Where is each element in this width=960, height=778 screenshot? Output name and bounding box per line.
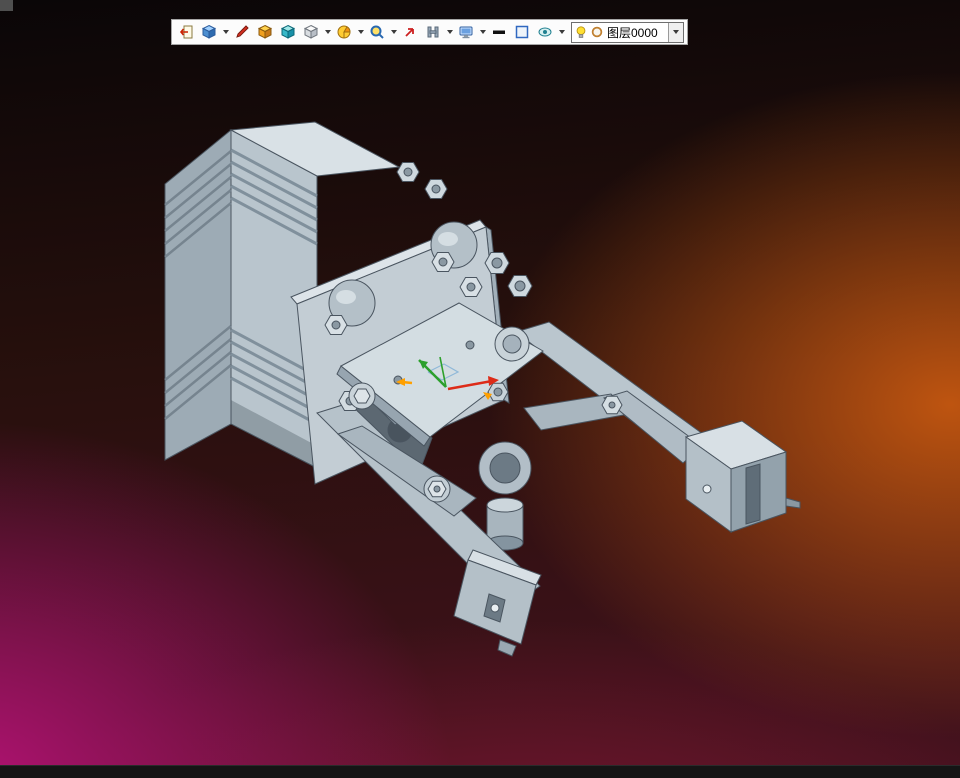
chevron-down-icon — [446, 30, 453, 34]
layer-dropdown-button[interactable] — [668, 22, 683, 42]
application-window: 图层0000 — [0, 0, 960, 778]
status-bar — [0, 765, 960, 778]
red-pencil-icon — [236, 25, 249, 38]
marker-button[interactable] — [399, 21, 421, 43]
chevron-down-icon — [390, 30, 397, 34]
thick-line-icon — [493, 30, 505, 34]
isometric-view-dropdown[interactable] — [221, 21, 230, 43]
white-cube-icon — [303, 24, 319, 39]
layer-name-label: 图层0000 — [607, 25, 658, 40]
visibility-button[interactable] — [534, 21, 556, 43]
chevron-down-icon — [673, 30, 679, 34]
line-width-button[interactable] — [488, 21, 510, 43]
color-swatch-button[interactable] — [511, 21, 533, 43]
exit-door-icon — [179, 25, 193, 39]
layer-state-circle-icon — [591, 26, 603, 38]
display-cube-button[interactable] — [300, 21, 322, 43]
gripper-assembly-model[interactable] — [0, 0, 960, 778]
swatch-icon — [515, 25, 529, 39]
sketch-tool-button[interactable] — [231, 21, 253, 43]
isometric-cube-icon — [201, 24, 217, 39]
chevron-down-icon — [479, 30, 486, 34]
zoom-dropdown[interactable] — [389, 21, 398, 43]
isometric-view-button[interactable] — [198, 21, 220, 43]
display-cube-dropdown[interactable] — [323, 21, 332, 43]
grid-button[interactable] — [422, 21, 444, 43]
chevron-down-icon — [357, 30, 364, 34]
visibility-dropdown[interactable] — [557, 21, 566, 43]
eye-icon — [538, 27, 552, 37]
exit-environment-button[interactable] — [175, 21, 197, 43]
cyan-box-icon — [280, 24, 296, 39]
red-arrow-icon — [405, 28, 414, 37]
chevron-down-icon — [324, 30, 331, 34]
floating-toolbar: 图层0000 — [171, 19, 688, 45]
h-grid-icon — [427, 26, 439, 38]
viewport[interactable] — [0, 0, 960, 778]
yellow-sphere-icon — [337, 25, 351, 39]
zoom-button[interactable] — [366, 21, 388, 43]
gripper-upper-arm[interactable] — [514, 321, 801, 533]
render-mode-button[interactable] — [333, 21, 355, 43]
solid-yellow-button[interactable] — [254, 21, 276, 43]
chevron-down-icon — [558, 30, 565, 34]
chevron-down-icon — [222, 30, 229, 34]
solid-cyan-button[interactable] — [277, 21, 299, 43]
yellow-box-icon — [257, 24, 273, 39]
magnifier-icon — [370, 25, 384, 39]
render-mode-dropdown[interactable] — [356, 21, 365, 43]
grid-dropdown[interactable] — [445, 21, 454, 43]
layer-combobox[interactable]: 图层0000 — [571, 21, 684, 43]
lower-hub[interactable] — [478, 441, 532, 551]
lightbulb-icon — [576, 26, 586, 38]
monitor-icon — [459, 26, 473, 39]
display-settings-dropdown[interactable] — [478, 21, 487, 43]
display-settings-button[interactable] — [455, 21, 477, 43]
